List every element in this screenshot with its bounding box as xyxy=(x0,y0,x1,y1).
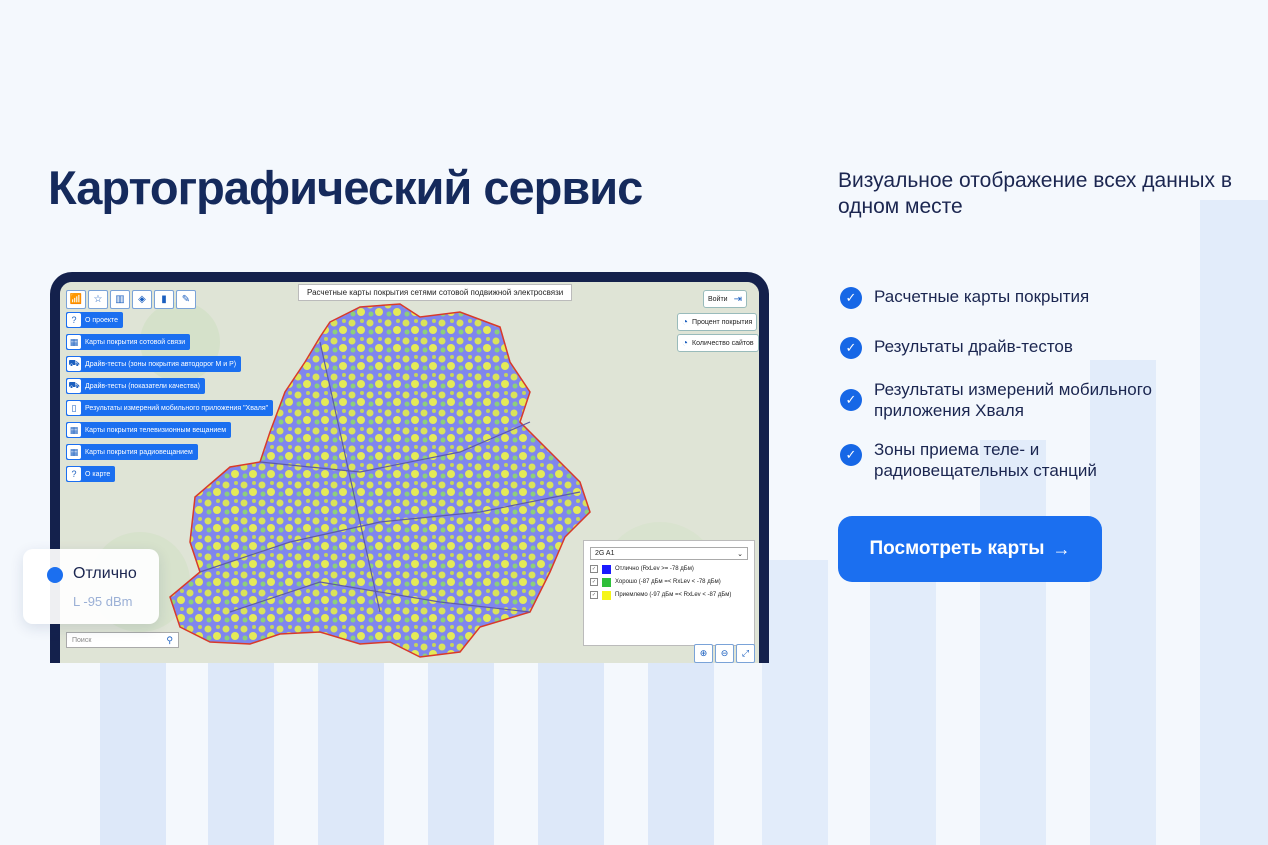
map-icon[interactable]: ▥ xyxy=(110,290,130,309)
login-button[interactable]: Войти ⇥ xyxy=(703,290,747,308)
zoom-in-button[interactable]: ⊕ xyxy=(694,644,713,663)
legend-swatch xyxy=(602,564,611,574)
status-label: Отлично xyxy=(73,565,137,582)
zoom-out-icon: ⊖ xyxy=(720,648,729,658)
map-icon: ▦ xyxy=(67,423,81,437)
legend-checkbox[interactable]: ✓ xyxy=(590,565,598,573)
car-icon: ⛟ xyxy=(67,357,81,371)
feature-item: ✓ Результаты измерений мобильного прилож… xyxy=(840,379,1180,421)
map-view[interactable]: Расчетные карты покрытия сетями сотовой … xyxy=(60,282,759,663)
network-select[interactable]: 2G A1 ⌄ xyxy=(590,547,748,560)
zoom-out-button[interactable]: ⊖ xyxy=(715,644,734,663)
legend-checkbox[interactable]: ✓ xyxy=(590,591,598,599)
arrow-right-icon: → xyxy=(1052,538,1071,559)
signal-value: L -95 dBm xyxy=(73,594,133,609)
legend-item: ✓ Хорошо (-87 дБм =< RxLev < -78 дБм) xyxy=(590,577,721,587)
page-title: Картографический сервис xyxy=(48,161,643,214)
menu-item-radio-coverage[interactable]: ▦ Карты покрытия радиовещанием xyxy=(66,444,198,460)
book-icon[interactable]: ▮ xyxy=(154,290,174,309)
pie-chart-icon: ◔ xyxy=(682,316,689,328)
coverage-percent-button[interactable]: ◔ Процент покрытия xyxy=(677,313,758,331)
page-subtitle: Визуальное отображение всех данных в одн… xyxy=(838,169,1232,218)
phone-icon: ▯ xyxy=(67,401,81,415)
fullscreen-button[interactable]: ⤢ xyxy=(736,644,755,663)
legend-swatch xyxy=(602,590,611,600)
help-icon: ? xyxy=(67,313,81,327)
map-icon: ▦ xyxy=(67,335,81,349)
help-icon: ? xyxy=(67,467,81,481)
map-search-input[interactable]: Поиск ⚲ xyxy=(66,632,179,648)
chevron-down-icon: ⌄ xyxy=(737,550,743,558)
pie-chart-icon: ◔ xyxy=(682,337,689,349)
menu-item-tv-coverage[interactable]: ▦ Карты покрытия телевизионным вещанием xyxy=(66,422,232,438)
search-icon: ⚲ xyxy=(166,634,173,645)
map-legend: 2G A1 ⌄ ✓ Отлично (RxLev >= -78 дБм) ✓ Хо… xyxy=(583,540,755,646)
menu-item-about-project[interactable]: ? О проекте xyxy=(66,312,124,328)
map-icon: ▦ xyxy=(67,445,81,459)
antenna-icon[interactable]: 📶 xyxy=(66,290,86,309)
fullscreen-icon: ⤢ xyxy=(741,648,750,658)
login-icon: ⇥ xyxy=(733,293,742,305)
sites-count-button[interactable]: ◔ Количество сайтов xyxy=(677,334,759,352)
check-icon: ✓ xyxy=(840,337,862,359)
legend-item: ✓ Отлично (RxLev >= -78 дБм) xyxy=(590,564,694,574)
legend-item: ✓ Приемлемо (-97 дБм =< RxLev < -87 дБм) xyxy=(590,590,732,600)
menu-item-mobile-app-results[interactable]: ▯ Результаты измерений мобильного приложе… xyxy=(66,400,274,416)
car-icon: ⛟ xyxy=(67,379,81,393)
signal-status-card: Отлично L -95 dBm xyxy=(23,549,159,624)
ruler-icon[interactable]: ✎ xyxy=(176,290,196,309)
check-icon: ✓ xyxy=(840,444,862,466)
map-title: Расчетные карты покрытия сетями сотовой … xyxy=(298,284,573,301)
feature-item: ✓ Зоны приема теле- и радиовещательных с… xyxy=(840,439,1100,481)
check-icon: ✓ xyxy=(840,287,862,309)
feature-item: ✓ Расчетные карты покрытия xyxy=(840,286,1089,309)
zoom-in-icon: ⊕ xyxy=(699,648,708,658)
legend-checkbox[interactable]: ✓ xyxy=(590,578,598,586)
menu-item-drive-tests-quality[interactable]: ⛟ Драйв-тесты (показатели качества) xyxy=(66,378,205,394)
menu-item-about-map[interactable]: ? О карте xyxy=(66,466,116,482)
check-icon: ✓ xyxy=(840,389,862,411)
view-maps-button[interactable]: Посмотреть карты → xyxy=(838,516,1102,582)
menu-item-cellular-coverage[interactable]: ▦ Карты покрытия сотовой связи xyxy=(66,334,191,350)
legend-swatch xyxy=(602,577,611,587)
star-icon[interactable]: ☆ xyxy=(88,290,108,309)
status-dot xyxy=(47,567,63,583)
feature-item: ✓ Результаты драйв-тестов xyxy=(840,336,1073,359)
menu-item-drive-tests-roads[interactable]: ⛟ Драйв-тесты (зоны покрытия автодорог М … xyxy=(66,356,242,372)
layers-icon[interactable]: ◈ xyxy=(132,290,152,309)
